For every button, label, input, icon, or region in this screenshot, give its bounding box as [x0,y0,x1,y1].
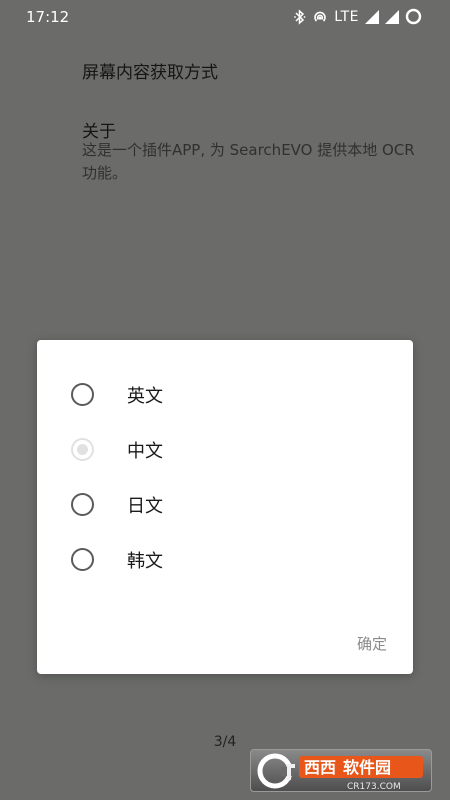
option-label: 中文 [127,440,163,462]
confirm-button[interactable]: 确定 [355,629,389,658]
status-icons: LTE [294,8,422,25]
radio-button[interactable] [71,548,94,571]
signal-icon [365,9,379,24]
radio-button[interactable] [71,493,94,516]
signal-icon [385,9,399,24]
option-label: 日文 [127,495,163,517]
about-description: 这是一个插件APP, 为 SearchEVO 提供本地 OCR 功能。 [82,141,415,182]
hotspot-icon [312,9,328,25]
option-label: 英文 [127,385,163,407]
language-option-english[interactable]: 英文 [37,367,413,422]
setting-screen-capture-method[interactable]: 屏幕内容获取方式 [82,58,218,83]
status-time: 17:12 [26,8,70,26]
language-select-dialog: 英文 中文 日文 韩文 确定 [37,340,413,674]
settings-page: 17:12 LTE 屏幕内容获取方式 关于 这是一个插件APP, 为 Searc… [0,0,450,800]
svg-text:西西: 西西 [304,758,336,777]
svg-text:软件园: 软件园 [343,758,391,777]
bluetooth-icon [294,8,306,25]
radio-button-selected[interactable] [71,438,94,461]
status-bar: 17:12 LTE [0,0,450,34]
language-option-korean[interactable]: 韩文 [37,532,413,587]
language-option-chinese[interactable]: 中文 [37,422,413,477]
battery-icon [405,8,422,25]
svg-text:CR173.COM: CR173.COM [347,782,401,792]
network-type: LTE [334,8,359,25]
language-option-japanese[interactable]: 日文 [37,477,413,532]
option-label: 韩文 [127,550,163,572]
radio-button[interactable] [71,383,94,406]
watermark-logo: 西西 软件园 CR173.COM [250,749,432,792]
page-indicator: 3/4 [213,734,237,750]
